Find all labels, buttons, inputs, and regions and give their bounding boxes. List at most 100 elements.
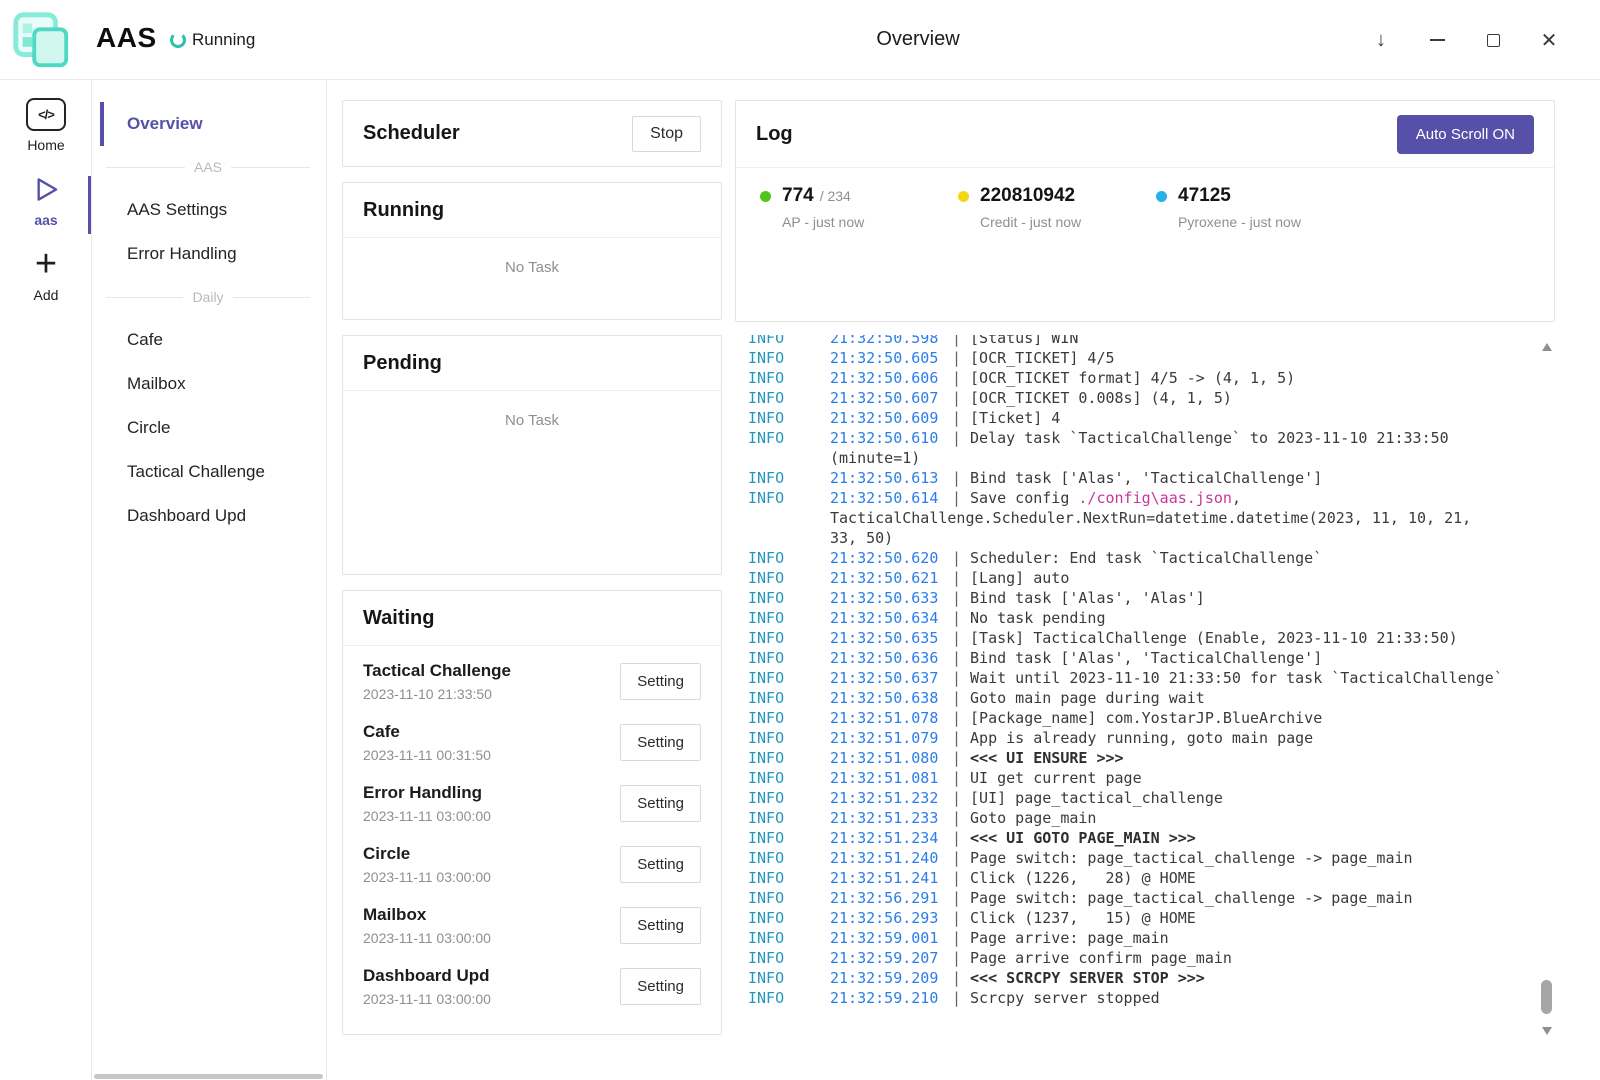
sidebar-section-daily: Daily <box>100 276 316 318</box>
log-separator <box>952 729 961 747</box>
log-message: [OCR_TICKET format] 4/5 -> (4, 1, 5) <box>970 369 1295 387</box>
log-message-text: No task pending <box>970 609 1105 627</box>
waiting-task-name: Error Handling <box>363 783 491 803</box>
log-message: <<< UI GOTO PAGE_MAIN >>> <box>970 829 1196 847</box>
waiting-task-time: 2023-11-10 21:33:50 <box>363 686 511 702</box>
close-button[interactable]: ✕ <box>1532 23 1566 57</box>
waiting-task-row: Cafe 2023-11-11 00:31:50 Setting <box>363 712 701 773</box>
sidebar-item-circle[interactable]: Circle <box>100 406 316 450</box>
scroll-up-arrow-icon[interactable] <box>1542 343 1552 351</box>
page-title: Overview <box>876 28 959 51</box>
log-timestamp: 21:32:51.233 <box>830 808 952 828</box>
log-line: INFO21:32:56.291Page switch: page_tactic… <box>748 888 1505 908</box>
log-level: INFO <box>748 688 830 708</box>
log-line: INFO21:32:59.209<<< SCRCPY SERVER STOP >… <box>748 968 1505 988</box>
scheduler-status: Running <box>170 30 255 50</box>
log-timestamp: 21:32:59.207 <box>830 948 952 968</box>
waiting-header: Waiting <box>343 591 721 646</box>
plus-icon: + <box>35 248 57 281</box>
auto-scroll-button[interactable]: Auto Scroll ON <box>1397 115 1534 154</box>
log-timestamp: 21:32:50.605 <box>830 348 952 368</box>
sidebar-item-aas-settings[interactable]: AAS Settings <box>100 188 316 232</box>
stat-dot-icon <box>760 191 771 202</box>
log-message-text: Scheduler: End task `TacticalChallenge` <box>970 549 1322 567</box>
log-message-path: ./config\aas.json <box>1078 489 1232 507</box>
log-message: Goto main page during wait <box>970 689 1205 707</box>
stop-button[interactable]: Stop <box>632 116 701 152</box>
rail-item-aas[interactable]: aas <box>0 173 92 228</box>
rail-aas-label: aas <box>34 212 57 228</box>
log-timestamp: 21:32:51.080 <box>830 748 952 768</box>
log-message-text: [Status] WIN <box>970 335 1078 347</box>
running-header: Running <box>343 183 721 238</box>
setting-button[interactable]: Setting <box>620 968 701 1005</box>
scroll-down-arrow-icon[interactable] <box>1542 1027 1552 1035</box>
stat-top: 774 / 234 <box>760 185 958 207</box>
rail-item-add[interactable]: + Add <box>0 248 92 303</box>
setting-button[interactable]: Setting <box>620 907 701 944</box>
scrollbar-thumb[interactable] <box>1541 980 1552 1014</box>
log-separator <box>952 389 961 407</box>
sidebar-horizontal-scrollbar[interactable] <box>94 1074 323 1079</box>
log-separator <box>952 369 961 387</box>
log-message: Page switch: page_tactical_challenge -> … <box>970 849 1413 867</box>
stat-top: 47125 <box>1156 185 1354 207</box>
log-timestamp: 21:32:50.610 <box>830 428 952 448</box>
waiting-task-time: 2023-11-11 00:31:50 <box>363 747 491 763</box>
log-level: INFO <box>748 488 830 508</box>
waiting-task-row: Circle 2023-11-11 03:00:00 Setting <box>363 834 701 895</box>
waiting-task-info: Error Handling 2023-11-11 03:00:00 <box>363 783 491 824</box>
log-line: INFO21:32:50.610Delay task `TacticalChal… <box>748 428 1505 468</box>
setting-button[interactable]: Setting <box>620 724 701 761</box>
scheduler-card: Scheduler Stop <box>342 100 722 167</box>
log-level: INFO <box>748 628 830 648</box>
sidebar-item-overview[interactable]: Overview <box>100 102 316 146</box>
log-message-text: [OCR_TICKET 0.008s] (4, 1, 5) <box>970 389 1232 407</box>
log-message: Click (1237, 15) @ HOME <box>970 909 1196 927</box>
log-line: INFO21:32:51.241Click (1226, 28) @ HOME <box>748 868 1505 888</box>
waiting-task-name: Mailbox <box>363 905 491 925</box>
log-timestamp: 21:32:50.633 <box>830 588 952 608</box>
log-timestamp: 21:32:56.291 <box>830 888 952 908</box>
sidebar-item-dashboard-upd[interactable]: Dashboard Upd <box>100 494 316 538</box>
log-separator <box>952 569 961 587</box>
setting-button[interactable]: Setting <box>620 785 701 822</box>
sidebar-item-mailbox[interactable]: Mailbox <box>100 362 316 406</box>
stat-caption: Credit - just now <box>980 214 1156 230</box>
log-level: INFO <box>748 368 830 388</box>
stat-dot-icon <box>1156 191 1167 202</box>
status-label: Running <box>192 30 255 50</box>
setting-button[interactable]: Setting <box>620 663 701 700</box>
minimize-button[interactable] <box>1420 23 1454 57</box>
log-message: [Ticket] 4 <box>970 409 1060 427</box>
log-message-text: <<< SCRCPY SERVER STOP >>> <box>970 969 1205 987</box>
waiting-task-info: Cafe 2023-11-11 00:31:50 <box>363 722 491 763</box>
log-message: Goto page_main <box>970 809 1096 827</box>
log-message-text: [Ticket] 4 <box>970 409 1060 427</box>
sidebar-item-tactical-challenge[interactable]: Tactical Challenge <box>100 450 316 494</box>
waiting-task-time: 2023-11-11 03:00:00 <box>363 869 491 885</box>
app-name: AAS <box>96 22 157 54</box>
log-timestamp: 21:32:50.621 <box>830 568 952 588</box>
log-timestamp: 21:32:51.232 <box>830 788 952 808</box>
rail-item-home[interactable]: </> Home <box>0 98 92 153</box>
log-line: INFO21:32:50.637Wait until 2023-11-10 21… <box>748 668 1505 688</box>
pending-header: Pending <box>343 336 721 391</box>
log-level: INFO <box>748 388 830 408</box>
maximize-button[interactable] <box>1476 23 1510 57</box>
sidebar-item-error-handling[interactable]: Error Handling <box>100 232 316 276</box>
log-message-text: Bind task ['Alas', 'TacticalChallenge'] <box>970 649 1322 667</box>
log-level: INFO <box>748 748 830 768</box>
log-output[interactable]: INFO21:32:50.598[Status] WININFO21:32:50… <box>735 335 1555 1040</box>
scheduler-title: Scheduler <box>363 122 460 145</box>
setting-button[interactable]: Setting <box>620 846 701 883</box>
log-timestamp: 21:32:56.293 <box>830 908 952 928</box>
log-message-text: [Lang] auto <box>970 569 1069 587</box>
pending-empty-text: No Task <box>343 391 721 429</box>
waiting-task-name: Tactical Challenge <box>363 661 511 681</box>
log-timestamp: 21:32:50.636 <box>830 648 952 668</box>
sidebar-item-cafe[interactable]: Cafe <box>100 318 316 362</box>
download-button[interactable]: ↓ <box>1364 23 1398 57</box>
log-scrollbar[interactable] <box>1539 340 1555 1038</box>
stat-item: 774 / 234 AP - just now <box>760 185 958 230</box>
